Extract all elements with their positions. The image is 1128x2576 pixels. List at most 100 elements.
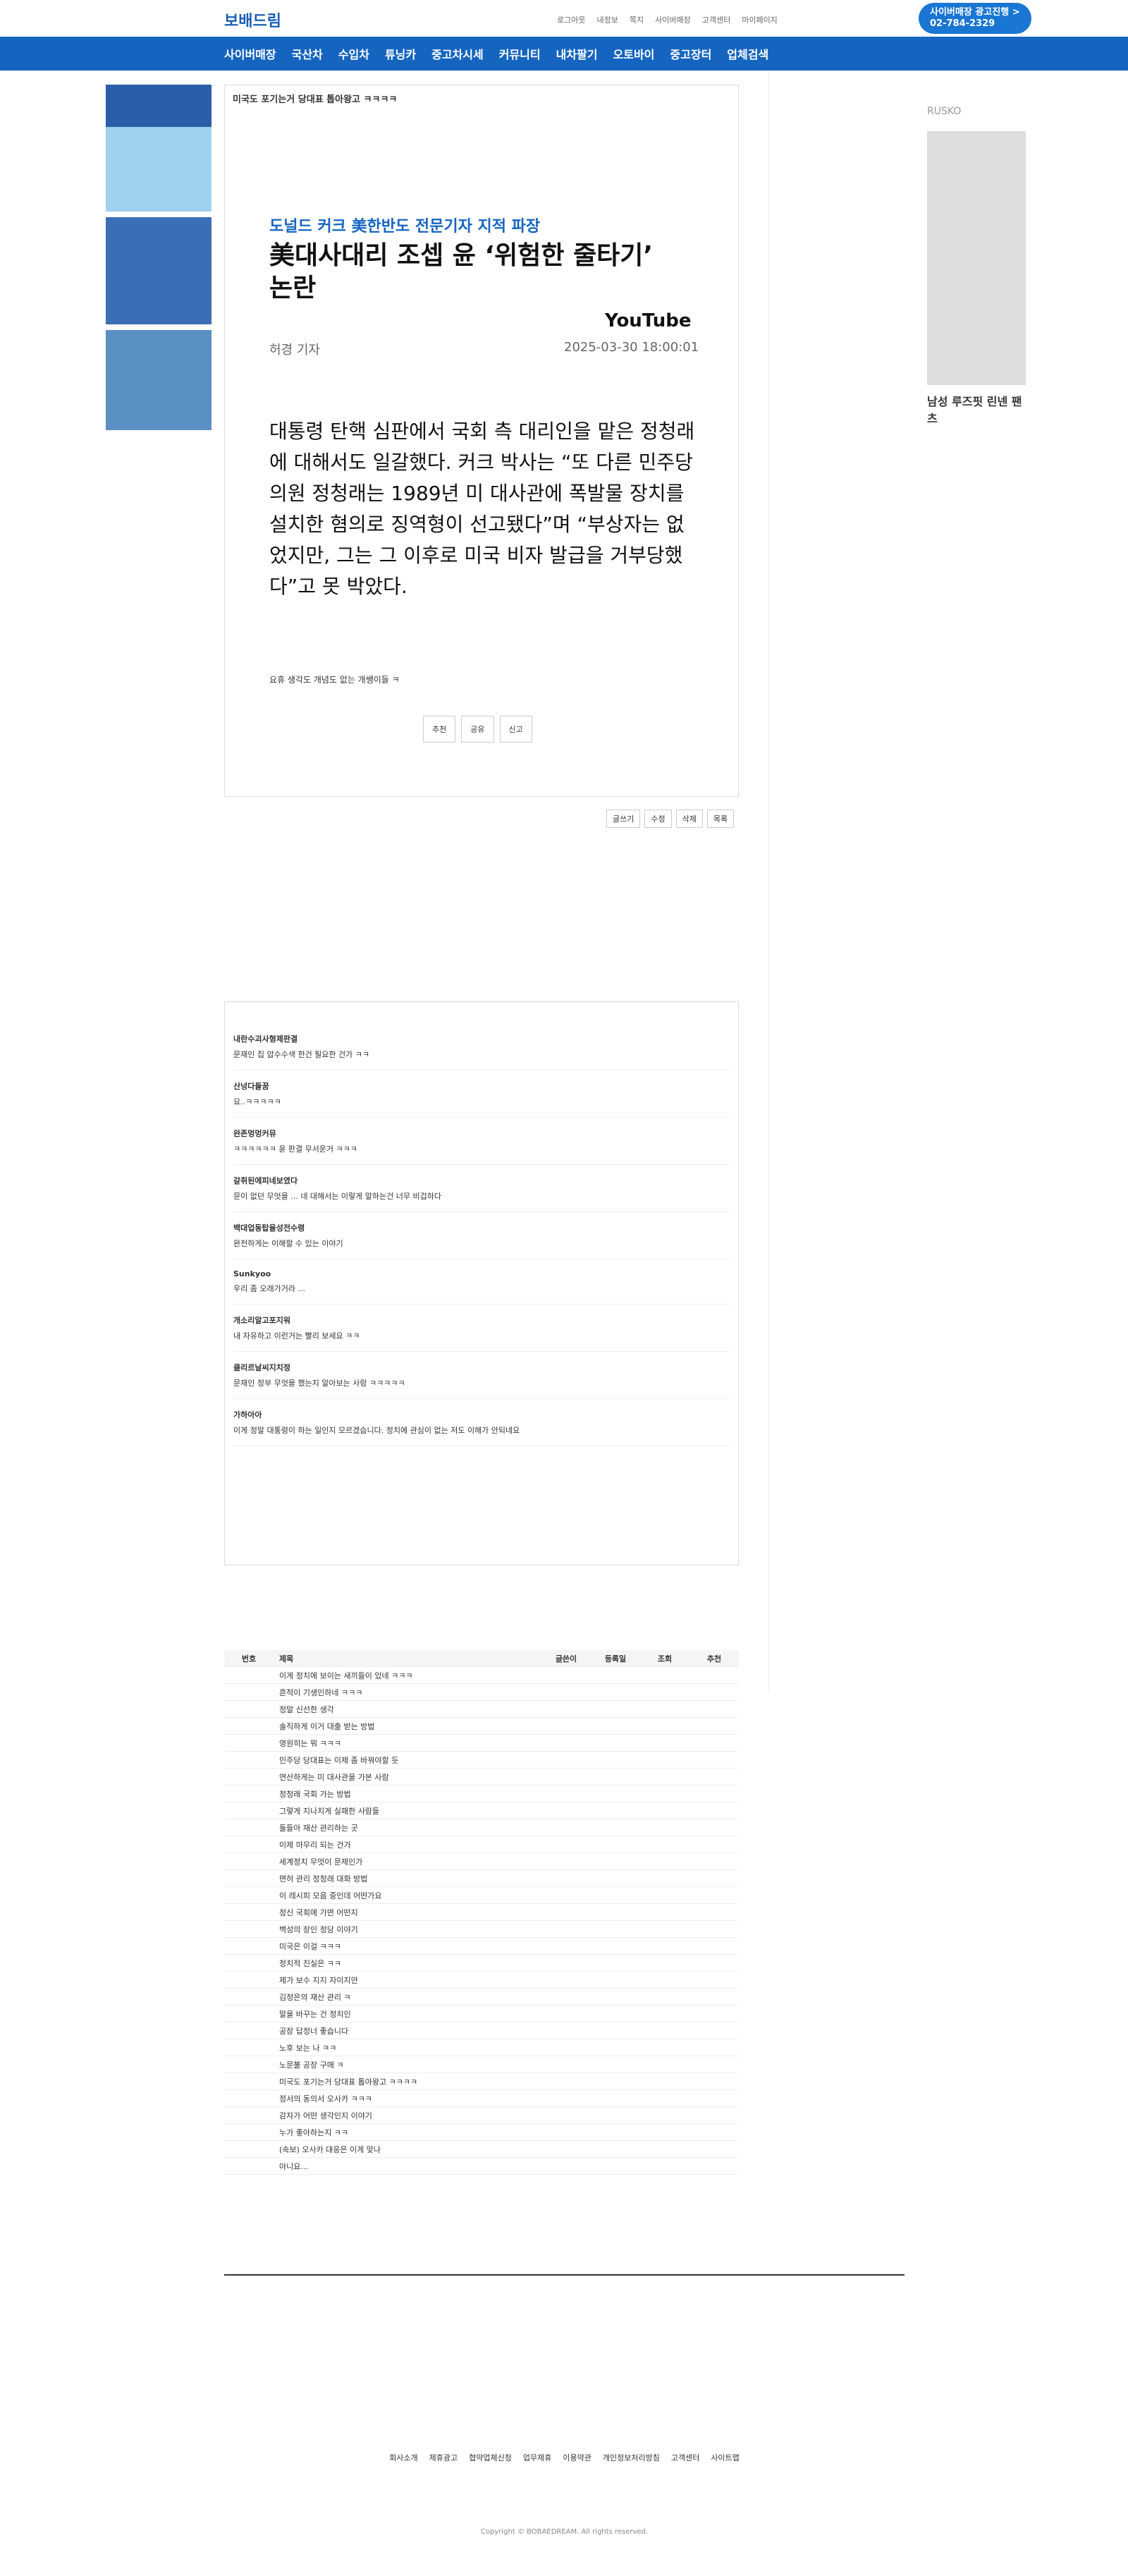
row-title[interactable]: 백성의 장인 정당 이야기 — [224, 1924, 739, 1935]
article-button[interactable]: 공유 — [461, 716, 494, 743]
row-title[interactable]: 김정은의 재산 관리 ㅋ — [224, 1991, 739, 2003]
nav-item[interactable]: 내차팔기 — [556, 45, 598, 62]
row-title[interactable]: 미국은 이걸 ㅋㅋㅋ — [224, 1941, 739, 1952]
row-title[interactable]: 미국도 포기는거 당대표 톱아왕고 ㅋㅋㅋㅋ — [224, 2076, 739, 2087]
table-row[interactable]: 이 레시피 모음 중인데 어떤가요 — [224, 1887, 739, 1904]
footer-link[interactable]: 제휴광고 — [429, 2452, 458, 2463]
nav-item[interactable]: 커뮤니티 — [499, 45, 541, 62]
row-title[interactable]: 솔직하게 이거 대출 받는 방법 — [224, 1721, 739, 1732]
row-title[interactable]: 이게 정치에 보이는 새끼들이 있네 ㅋㅋㅋ — [224, 1670, 739, 1681]
row-title[interactable]: 민주당 당대표는 이제 좀 바꿔야할 듯 — [224, 1754, 739, 1766]
nav-item[interactable]: 국산차 — [292, 45, 323, 62]
footer-link[interactable]: 사이트맵 — [711, 2452, 739, 2463]
table-row[interactable]: 노문불 공장 구매 ㅋ — [224, 2056, 739, 2073]
table-row[interactable]: 정청래 국회 가는 방법 — [224, 1786, 739, 1802]
table-row[interactable]: 김정은의 재산 관리 ㅋ — [224, 1989, 739, 2006]
nav-item[interactable]: 수입차 — [338, 45, 369, 62]
table-row[interactable]: 세계정치 무엇이 문제인가 — [224, 1853, 739, 1870]
footer-link[interactable]: 이용약관 — [563, 2452, 591, 2463]
row-title[interactable]: 감자가 어떤 생각인지 이야기 — [224, 2110, 739, 2121]
row-title[interactable]: 노문불 공장 구매 ㅋ — [224, 2059, 739, 2070]
site-logo[interactable]: 보배드림 — [224, 8, 281, 31]
row-title[interactable]: 정서의 동의서 오사카 ㅋㅋㅋ — [224, 2093, 739, 2104]
action-button[interactable]: 목록 — [706, 810, 735, 828]
table-row[interactable]: 민주당 당대표는 이제 좀 바꿔야할 듯 — [224, 1752, 739, 1769]
row-title[interactable]: (속보) 오사카 대응은 이게 맞나 — [224, 2144, 739, 2155]
row-title[interactable]: 이제 마무리 되는 건가 — [224, 1839, 739, 1850]
table-row[interactable]: 정신 국회에 가면 어떤지 — [224, 1904, 739, 1921]
table-row[interactable]: 솔직하게 이거 대출 받는 방법 — [224, 1718, 739, 1735]
row-title[interactable]: 정청래 국회 가는 방법 — [224, 1788, 739, 1800]
comment-user[interactable]: 클리르날씨지치정 — [233, 1362, 730, 1373]
row-title[interactable]: 정치적 진실은 ㅋㅋ — [224, 1958, 739, 1969]
row-title[interactable]: 노후 보는 나 ㅋㅋ — [224, 2042, 739, 2053]
nav-item[interactable]: 오토바이 — [613, 45, 655, 62]
comment-user[interactable]: Sunkyoo — [233, 1269, 730, 1278]
footer-link[interactable]: 회사소개 — [389, 2452, 417, 2463]
footer-link[interactable]: 고객센터 — [671, 2452, 699, 2463]
table-row[interactable]: 누가 좋아하는지 ㅋㅋ — [224, 2124, 739, 2141]
nav-item[interactable]: 사이버매장 — [224, 45, 276, 62]
row-title[interactable]: 말을 바꾸는 건 정치인 — [224, 2008, 739, 2020]
table-row[interactable]: 미국은 이걸 ㅋㅋㅋ — [224, 1938, 739, 1955]
table-row[interactable]: 제가 보수 지지 자이지만 — [224, 1972, 739, 1989]
row-title[interactable]: 흔적이 기생인하네 ㅋㅋㅋ — [224, 1687, 739, 1698]
footer-link[interactable]: 개인정보처리방침 — [603, 2452, 660, 2463]
row-title[interactable]: 돌들아 재산 관리하는 곳 — [224, 1822, 739, 1833]
nav-item[interactable]: 중고장터 — [670, 45, 711, 62]
table-row[interactable]: 공장 답정너 좋습니다 — [224, 2022, 739, 2039]
table-row[interactable]: 이제 마무리 되는 건가 — [224, 1836, 739, 1853]
table-row[interactable]: 미국도 포기는거 당대표 톱아왕고 ㅋㅋㅋㅋ — [224, 2073, 739, 2090]
comment-user[interactable]: 개소리알고포지워 — [233, 1314, 730, 1326]
article-button[interactable]: 추천 — [423, 716, 456, 743]
table-row[interactable]: 연산하게는 미 대사관을 가본 사람 — [224, 1769, 739, 1786]
top-link[interactable]: 고객센터 — [702, 14, 730, 25]
table-row[interactable]: 감자가 어떤 생각인지 이야기 — [224, 2107, 739, 2124]
table-row[interactable]: 흔적이 기생인하네 ㅋㅋㅋ — [224, 1684, 739, 1701]
table-row[interactable]: 정치적 진실은 ㅋㅋ — [224, 1955, 739, 1972]
table-row[interactable]: 영원히는 뭐 ㅋㅋㅋ — [224, 1735, 739, 1752]
table-row[interactable]: 이게 정치에 보이는 새끼들이 있네 ㅋㅋㅋ — [224, 1667, 739, 1684]
table-row[interactable]: 노후 보는 나 ㅋㅋ — [224, 2039, 739, 2056]
row-title[interactable]: 면허 관리 정청래 대화 방법 — [224, 1873, 739, 1884]
row-title[interactable]: 영원히는 뭐 ㅋㅋㅋ — [224, 1738, 739, 1749]
action-button[interactable]: 삭제 — [675, 810, 703, 828]
top-link[interactable]: 내정보 — [596, 14, 618, 25]
row-title[interactable]: 공장 답정너 좋습니다 — [224, 2025, 739, 2037]
comment-user[interactable]: 완존멍멍커뮤 — [233, 1128, 730, 1139]
table-row[interactable]: 말을 바꾸는 건 정치인 — [224, 2006, 739, 2022]
table-row[interactable]: 돌들아 재산 관리하는 곳 — [224, 1819, 739, 1836]
nav-item[interactable]: 업체검색 — [727, 45, 768, 62]
right-banner[interactable]: RUSKO 남성 루즈핏 린넨 팬츠 — [927, 106, 1026, 472]
row-title[interactable]: 이 레시피 모음 중인데 어떤가요 — [224, 1890, 739, 1901]
comment-user[interactable]: 갈취된에피네보였다 — [233, 1175, 730, 1186]
action-button[interactable]: 글쓰기 — [606, 810, 641, 828]
table-row[interactable]: (속보) 오사카 대응은 이게 맞나 — [224, 2141, 739, 2158]
top-link[interactable]: 사이버매장 — [655, 14, 691, 25]
table-row[interactable]: 정말 신선한 생각 — [224, 1701, 739, 1718]
footer-link[interactable]: 협약업체신청 — [469, 2452, 512, 2463]
article-button[interactable]: 신고 — [499, 716, 532, 743]
table-row[interactable]: 정서의 동의서 오사카 ㅋㅋㅋ — [224, 2090, 739, 2107]
left-banner[interactable] — [106, 85, 212, 480]
comment-user[interactable]: 산넝다들꿈 — [233, 1080, 730, 1092]
comment-user[interactable]: 내란수괴사형제판결 — [233, 1033, 730, 1044]
row-title[interactable]: 제가 보수 지지 자이지만 — [224, 1974, 739, 1986]
table-row[interactable]: 면허 관리 정청래 대화 방법 — [224, 1870, 739, 1887]
row-title[interactable]: 아니요... — [224, 2161, 739, 2172]
row-title[interactable]: 그렇게 지나치게 실패한 사람들 — [224, 1805, 739, 1817]
row-title[interactable]: 누가 좋아하는지 ㅋㅋ — [224, 2127, 739, 2138]
top-link[interactable]: 마이페이지 — [742, 14, 778, 25]
row-title[interactable]: 세계정치 무엇이 문제인가 — [224, 1856, 739, 1867]
row-title[interactable]: 정신 국회에 가면 어떤지 — [224, 1907, 739, 1918]
comment-user[interactable]: 가하아아 — [233, 1409, 730, 1420]
top-link[interactable]: 로그아웃 — [557, 14, 585, 25]
top-link[interactable]: 쪽지 — [630, 14, 644, 25]
table-row[interactable]: 아니요... — [224, 2158, 739, 2175]
comment-user[interactable]: 백대업동탑을성전수령 — [233, 1222, 730, 1233]
nav-item[interactable]: 튜닝카 — [385, 45, 416, 62]
row-title[interactable]: 정말 신선한 생각 — [224, 1704, 739, 1715]
row-title[interactable]: 연산하게는 미 대사관을 가본 사람 — [224, 1771, 739, 1783]
table-row[interactable]: 백성의 장인 정당 이야기 — [224, 1921, 739, 1938]
action-button[interactable]: 수정 — [644, 810, 672, 828]
